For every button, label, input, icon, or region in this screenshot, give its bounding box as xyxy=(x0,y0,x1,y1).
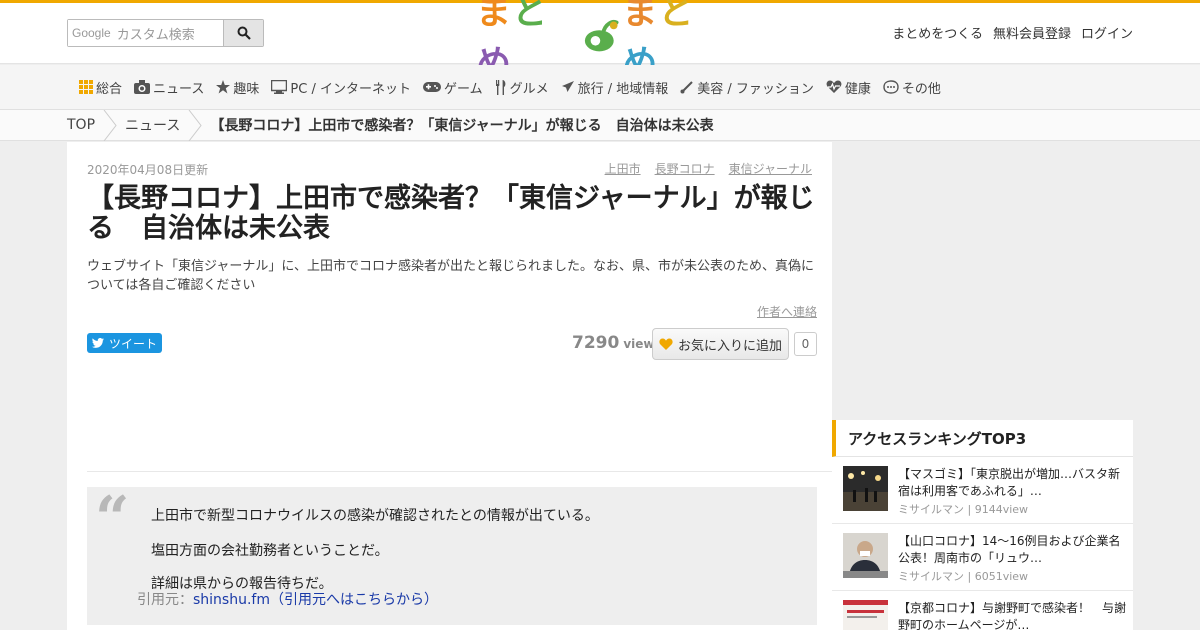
chevron-right-icon xyxy=(188,109,202,141)
ranking-item[interactable]: 【マスゴミ】「東京脱出が増加…バスタ新宿は利用客であふれる」… ミサイルマン |… xyxy=(832,457,1133,524)
nav-label: ニュース xyxy=(153,81,205,97)
tag-link[interactable]: 長野コロナ xyxy=(655,160,715,177)
ranking-thumbnail xyxy=(843,533,888,578)
nav-item-hobby[interactable]: 趣味 xyxy=(216,78,259,97)
breadcrumb: TOP ニュース 【長野コロナ】上田市で感染者？「東信ジャーナル」が報じる 自治… xyxy=(0,109,1200,141)
content-divider xyxy=(87,471,832,472)
nav-label: 健康 xyxy=(844,81,871,97)
site-header: Google カスタム検索 まとめ まとめ まとめをつくる 無料会員登録 ログイ… xyxy=(0,0,1200,84)
other-icon xyxy=(883,80,899,94)
nav-item-overall[interactable]: 総合 xyxy=(79,78,122,97)
ranking-title: 【マスゴミ】「東京脱出が増加…バスタ新宿は利用客であふれる」… xyxy=(898,467,1121,498)
quote-source: 引用元：shinshu.fm（引用元へはこちらから） xyxy=(137,589,438,609)
category-nav: 総合 ニュース 趣味 PC / インターネット ゲーム グルメ 旅行 / 地域情… xyxy=(0,65,1200,110)
search-button[interactable] xyxy=(223,20,263,46)
favorite-count: 0 xyxy=(794,332,817,356)
add-favorite-label: お気に入りに追加 xyxy=(677,338,782,354)
view-count: 7290 view xyxy=(572,333,655,353)
nav-label: グルメ xyxy=(509,81,549,97)
view-count-number: 7290 xyxy=(572,333,620,353)
custom-search: Google カスタム検索 xyxy=(67,19,264,47)
camera-icon xyxy=(134,80,151,94)
twitter-bird-icon xyxy=(91,338,104,348)
nav-label: PC / インターネット xyxy=(290,81,411,97)
breadcrumb-news[interactable]: ニュース xyxy=(125,115,180,135)
site-logo[interactable]: まとめ まとめ xyxy=(476,0,726,84)
monitor-icon xyxy=(271,80,288,94)
article-main: 2020年04月08日更新 上田市 長野コロナ 東信ジャーナル 【長野コロナ】上… xyxy=(67,142,832,630)
quote-block: “ 上田市で新型コロナウイルスの感染が確認されたとの情報が出ている。 塩田方面の… xyxy=(87,487,817,625)
nav-label: 趣味 xyxy=(233,81,260,97)
ranking-heading: アクセスランキングTOP3 xyxy=(832,420,1133,457)
source-link[interactable]: shinshu.fm（引用元へはこちらから） xyxy=(193,592,438,608)
contact-author-link[interactable]: 作者へ連絡 xyxy=(757,303,817,320)
add-favorite-button[interactable]: お気に入りに追加 xyxy=(652,328,789,360)
logo-leaf-icon xyxy=(584,20,619,52)
ranking-title: 【京都コロナ】与謝野町で感染者！ 与謝野町のホームページが… xyxy=(898,601,1127,630)
tag-link[interactable]: 上田市 xyxy=(605,160,641,177)
tweet-label: ツイート xyxy=(108,336,157,351)
gamepad-icon xyxy=(422,82,441,92)
quote-line: 塩田方面の会社勤務者ということだ。 xyxy=(151,543,389,559)
article-date: 2020年04月08日更新 xyxy=(87,163,209,177)
create-matome-link[interactable]: まとめをつくる xyxy=(892,23,983,42)
nav-item-health[interactable]: 健康 xyxy=(826,78,871,97)
search-icon xyxy=(237,26,251,40)
heartbeat-icon xyxy=(826,80,842,93)
nav-item-game[interactable]: ゲーム xyxy=(422,78,483,97)
star-icon xyxy=(216,80,231,94)
ranking-title: 【山口コロナ】14～16例目および企業名公表！周南市の「リュウ… xyxy=(898,534,1121,565)
nav-label: 旅行 / 地域情報 xyxy=(577,81,669,97)
chevron-right-icon xyxy=(103,109,117,141)
heart-icon xyxy=(659,338,673,350)
login-link[interactable]: ログイン xyxy=(1081,23,1133,42)
nav-label: 総合 xyxy=(96,81,123,97)
nav-item-beauty[interactable]: 美容 / ファッション xyxy=(680,78,814,97)
nav-item-gourmet[interactable]: グルメ xyxy=(495,78,549,97)
article-description: ウェブサイト「東信ジャーナル」に、上田市でコロナ感染者が出たと報じられました。な… xyxy=(87,259,814,293)
search-placeholder: カスタム検索 xyxy=(116,27,195,43)
search-input[interactable]: Google カスタム検索 xyxy=(68,20,224,46)
nav-item-news[interactable]: ニュース xyxy=(134,78,204,97)
grid-icon xyxy=(79,80,93,94)
header-links: まとめをつくる 無料会員登録 ログイン xyxy=(892,23,1133,42)
ranking-thumbnail xyxy=(843,600,888,630)
article-tags: 上田市 長野コロナ 東信ジャーナル xyxy=(605,160,812,177)
ranking-item[interactable]: 【京都コロナ】与謝野町で感染者！ 与謝野町のホームページが… xyxy=(832,591,1133,630)
search-brand: Google xyxy=(72,26,111,40)
register-link[interactable]: 無料会員登録 xyxy=(993,23,1071,42)
brush-icon xyxy=(680,81,693,94)
breadcrumb-top[interactable]: TOP xyxy=(67,117,95,133)
nav-item-other[interactable]: その他 xyxy=(883,78,941,97)
access-ranking-panel: アクセスランキングTOP3 【マスゴミ】「東京脱出が増加…バスタ新宿は利用客であ… xyxy=(832,420,1133,630)
ranking-thumbnail xyxy=(843,466,888,511)
source-prefix: 引用元： xyxy=(137,592,193,608)
tag-link[interactable]: 東信ジャーナル xyxy=(729,160,812,177)
quote-line: 上田市で新型コロナウイルスの感染が確認されたとの情報が出ている。 xyxy=(151,508,599,524)
tweet-button[interactable]: ツイート xyxy=(87,333,162,353)
quote-icon: “ xyxy=(95,484,130,554)
breadcrumb-current: 【長野コロナ】上田市で感染者？「東信ジャーナル」が報じる 自治体は未公表 xyxy=(210,118,714,134)
ranking-meta: ミサイルマン | 9144view xyxy=(898,503,1029,516)
view-count-unit: view xyxy=(623,337,655,351)
ranking-meta: ミサイルマン | 6051view xyxy=(898,570,1029,583)
nav-item-pc[interactable]: PC / インターネット xyxy=(271,78,411,97)
ranking-item[interactable]: 【山口コロナ】14～16例目および企業名公表！周南市の「リュウ… ミサイルマン … xyxy=(832,524,1133,591)
plane-icon xyxy=(561,81,574,92)
nav-item-travel[interactable]: 旅行 / 地域情報 xyxy=(561,78,669,97)
nav-label: ゲーム xyxy=(443,81,483,97)
nav-label: その他 xyxy=(901,81,941,97)
nav-label: 美容 / ファッション xyxy=(697,81,814,97)
cutlery-icon xyxy=(495,79,505,95)
article-title: 【長野コロナ】上田市で感染者？「東信ジャーナル」が報じる 自治体は未公表 xyxy=(87,183,815,244)
